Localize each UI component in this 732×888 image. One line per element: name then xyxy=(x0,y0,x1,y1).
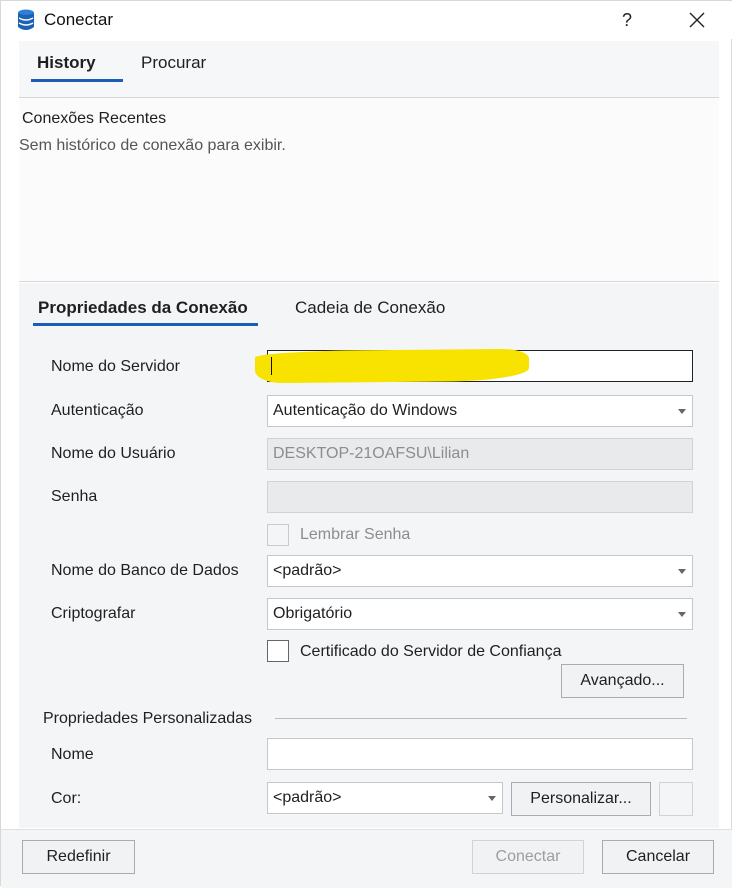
authentication-value: Autenticação do Windows xyxy=(273,402,458,419)
tab-history[interactable]: History xyxy=(37,53,96,73)
password-label: Senha xyxy=(51,488,98,505)
window-title: Conectar xyxy=(44,10,113,29)
connect-button[interactable]: Conectar xyxy=(472,840,584,874)
chevron-down-icon xyxy=(678,612,686,617)
database-app-icon xyxy=(18,9,34,30)
authentication-label: Autenticação xyxy=(51,402,144,419)
custom-properties-title: Propriedades Personalizadas xyxy=(43,710,253,727)
chevron-down-icon xyxy=(678,569,686,574)
encrypt-label: Criptografar xyxy=(51,605,136,622)
password-input[interactable] xyxy=(267,481,693,513)
close-button[interactable] xyxy=(681,7,713,33)
customize-button[interactable]: Personalizar... xyxy=(511,782,651,816)
encrypt-select[interactable]: Obrigatório xyxy=(267,598,693,630)
tab-connection-properties-underline xyxy=(33,323,258,326)
username-input[interactable]: DESKTOP-21OAFSU\Lilian xyxy=(267,438,693,470)
tab-procurar[interactable]: Procurar xyxy=(141,53,206,73)
custom-name-label: Nome xyxy=(51,746,94,763)
recent-connections-empty: Sem histórico de conexão para exibir. xyxy=(19,137,286,154)
top-tab-bar: History Procurar xyxy=(19,41,719,98)
color-swatch[interactable] xyxy=(659,782,693,816)
encrypt-value: Obrigatório xyxy=(273,605,353,622)
color-value: <padrão> xyxy=(273,789,342,806)
custom-name-input[interactable] xyxy=(267,738,693,770)
recent-connections-title: Conexões Recentes xyxy=(22,110,167,127)
tab-connection-properties[interactable]: Propriedades da Conexão xyxy=(38,298,248,318)
advanced-button[interactable]: Avançado... xyxy=(561,664,684,698)
authentication-select[interactable]: Autenticação do Windows xyxy=(267,395,693,427)
database-value: <padrão> xyxy=(273,562,342,579)
reset-button[interactable]: Redefinir xyxy=(22,840,135,874)
trust-certificate-checkbox[interactable] xyxy=(267,640,289,662)
tab-history-underline xyxy=(31,79,123,82)
trust-certificate-label: Certificado do Servidor de Confiança xyxy=(300,643,562,660)
database-select[interactable]: <padrão> xyxy=(267,555,693,587)
close-icon xyxy=(689,12,705,28)
tab-connection-string[interactable]: Cadeia de Conexão xyxy=(295,298,445,318)
connect-dialog: Conectar ? History Procurar Conexões Rec… xyxy=(0,0,732,888)
chevron-down-icon xyxy=(678,409,686,414)
help-button[interactable]: ? xyxy=(613,7,641,33)
redaction-highlight xyxy=(255,348,529,384)
remember-password-label: Lembrar Senha xyxy=(300,526,411,543)
database-label: Nome do Banco de Dados xyxy=(51,562,239,579)
chevron-down-icon xyxy=(488,796,496,801)
username-label: Nome do Usuário xyxy=(51,445,176,462)
color-select[interactable]: <padrão> xyxy=(267,782,503,814)
remember-password-checkbox[interactable] xyxy=(267,524,289,546)
cancel-button[interactable]: Cancelar xyxy=(602,840,714,874)
text-cursor xyxy=(271,357,272,375)
color-label: Cor: xyxy=(51,790,82,807)
group-divider xyxy=(275,718,687,719)
server-name-label: Nome do Servidor xyxy=(51,358,180,375)
